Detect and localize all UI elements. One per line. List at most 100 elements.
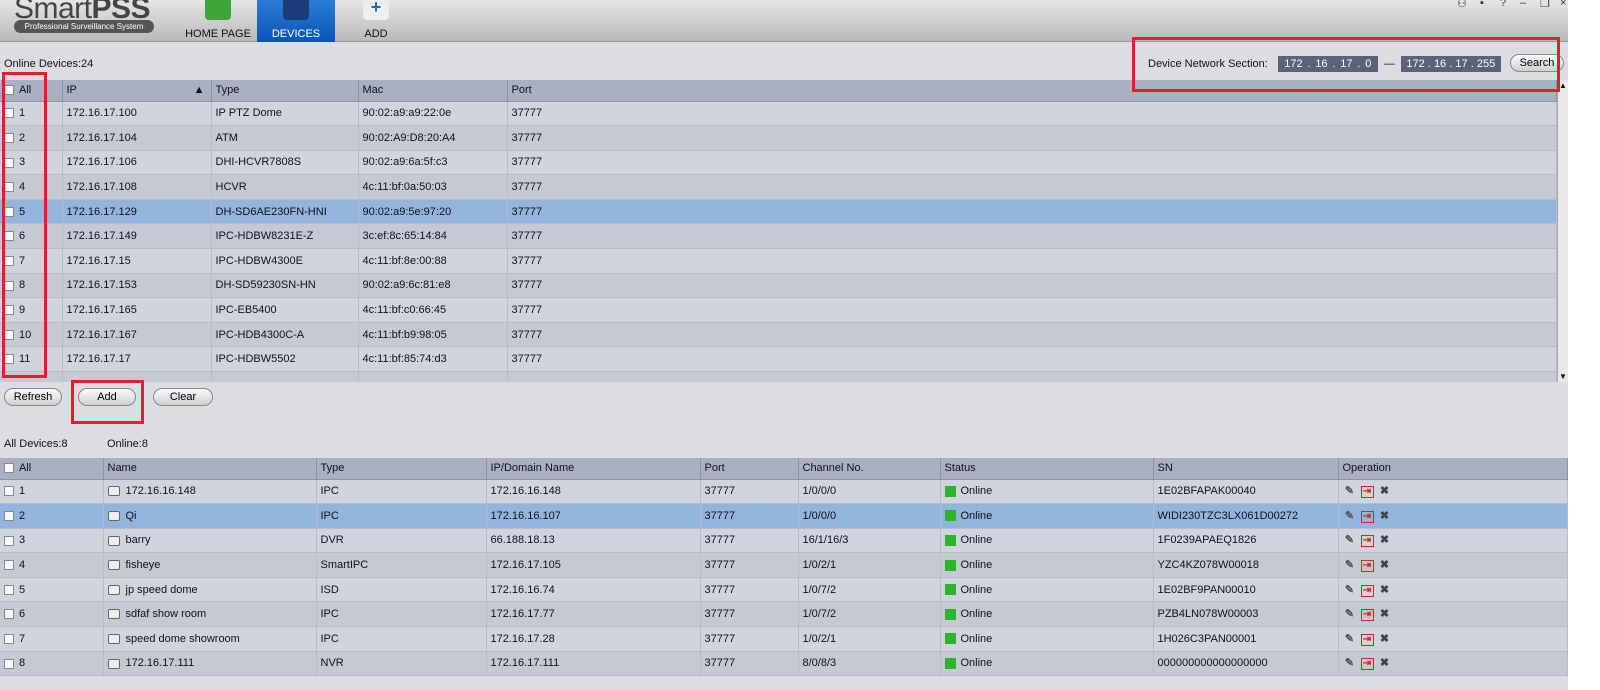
row-checkbox[interactable] <box>4 354 14 365</box>
search-button[interactable]: Search <box>1510 54 1564 72</box>
restore-icon[interactable]: ❐ <box>1540 0 1550 10</box>
header-select-all[interactable]: All <box>0 80 63 102</box>
login-icon[interactable]: ⇥ <box>1360 633 1374 646</box>
login-icon[interactable]: ⇥ <box>1360 486 1374 499</box>
refresh-button[interactable]: Refresh <box>4 388 62 406</box>
header-channel[interactable]: Channel No. <box>798 458 941 480</box>
row-checkbox[interactable] <box>4 280 14 291</box>
login-icon[interactable]: ⇥ <box>1360 584 1374 597</box>
header-port[interactable]: Port <box>507 80 1557 102</box>
table-row[interactable]: 4 172.16.17.108 HCVR 4c:11:bf:0a:50:03 37777 <box>0 174 1557 200</box>
edit-icon[interactable]: ✎ <box>1343 509 1357 522</box>
start-ip-input[interactable]: 172. 16. 17. 0 <box>1277 56 1378 72</box>
edit-icon[interactable]: ✎ <box>1343 607 1357 620</box>
edit-icon[interactable]: ✎ <box>1343 484 1357 497</box>
channel-cell-text: 1/0/0/0 <box>802 509 837 522</box>
row-checkbox[interactable] <box>4 510 14 521</box>
row-checkbox[interactable] <box>4 255 14 266</box>
table-row-partial[interactable] <box>0 371 1557 382</box>
login-icon[interactable]: ⇥ <box>1360 560 1374 573</box>
header-select-all[interactable]: All <box>0 458 104 480</box>
table-row[interactable]: 3 barry DVR 66.188.18.13 37777 16/1/16/3 Onlin… <box>0 528 1568 554</box>
edit-icon[interactable]: ✎ <box>1343 533 1357 546</box>
header-ip-domain[interactable]: IP/Domain Name <box>486 458 701 480</box>
lock-icon[interactable]: ▪ <box>1480 0 1484 9</box>
table-row[interactable]: 5 172.16.17.129 DH-SD6AE230FN-HNI 90:02:a9:… <box>0 199 1557 225</box>
delete-icon[interactable]: ✖ <box>1378 558 1392 571</box>
header-status[interactable]: Status <box>940 458 1154 480</box>
header-type[interactable]: Type <box>211 80 359 102</box>
delete-icon[interactable]: ✖ <box>1378 632 1392 645</box>
login-icon[interactable]: ⇥ <box>1360 510 1374 523</box>
header-type[interactable]: Type <box>316 458 487 480</box>
delete-icon[interactable]: ✖ <box>1378 484 1392 497</box>
row-checkbox[interactable] <box>4 231 14 242</box>
add-button[interactable]: Add <box>78 388 136 406</box>
row-checkbox[interactable] <box>4 633 14 644</box>
login-icon[interactable]: ⇥ <box>1360 535 1374 548</box>
header-port[interactable]: Port <box>700 458 799 480</box>
delete-icon[interactable]: ✖ <box>1378 583 1392 596</box>
table-row[interactable]: 8 172.16.17.111 NVR 172.16.17.111 37777 8/0/8… <box>0 651 1568 677</box>
row-checkbox[interactable] <box>4 329 14 340</box>
login-icon[interactable]: ⇥ <box>1360 609 1374 622</box>
logo-subtitle: Professional Surveillance System <box>14 20 154 33</box>
table-row[interactable]: 2 172.16.17.104 ATM 90:02:A9:D8:20:A4 37777 <box>0 125 1557 151</box>
scroll-down-icon[interactable]: ▼ <box>1559 372 1567 381</box>
row-checkbox[interactable] <box>4 560 14 571</box>
tab-add[interactable]: + ADD <box>337 0 415 42</box>
end-ip-input[interactable]: 172. 16. 17. 255 <box>1400 56 1501 72</box>
table-row[interactable]: 7 speed dome showroom IPC 172.16.17.28 37777… <box>0 626 1568 652</box>
user-icon[interactable]: ⚇ <box>1457 0 1467 10</box>
table-row[interactable]: 7 172.16.17.15 IPC-HDBW4300E 4c:11:bf:8e:00… <box>0 248 1557 274</box>
header-name[interactable]: Name <box>103 458 317 480</box>
row-checkbox[interactable] <box>4 658 14 669</box>
tab-home-page[interactable]: HOME PAGE <box>179 0 257 42</box>
clear-button[interactable]: Clear <box>153 388 213 406</box>
table-row[interactable]: 11 172.16.17.17 IPC-HDBW5502 4c:11:bf:85:74… <box>0 346 1557 373</box>
table-row[interactable]: 8 172.16.17.153 DH-SD59230SN-HN 90:02:a9:6c… <box>0 273 1557 299</box>
close-button[interactable]: × <box>1560 0 1566 9</box>
row-checkbox[interactable] <box>4 584 14 595</box>
table-row[interactable]: 9 172.16.17.165 IPC-EB5400 4c:11:bf:c0:66:4… <box>0 297 1557 323</box>
scroll-up-icon[interactable]: ▲ <box>1559 81 1567 90</box>
delete-icon[interactable]: ✖ <box>1378 656 1392 669</box>
edit-icon[interactable]: ✎ <box>1343 632 1357 645</box>
table-row[interactable]: 6 sdfaf show room IPC 172.16.17.77 37777 1/0/… <box>0 601 1568 628</box>
row-checkbox[interactable] <box>4 609 14 620</box>
checkbox[interactable] <box>4 85 14 96</box>
delete-icon[interactable]: ✖ <box>1378 607 1392 620</box>
scrollbar[interactable]: ▲ ▼ <box>1557 80 1568 382</box>
checkbox[interactable] <box>4 463 14 474</box>
header-ip[interactable]: IP ▲ <box>62 80 212 102</box>
edit-icon[interactable]: ✎ <box>1343 583 1357 596</box>
row-checkbox[interactable] <box>4 108 14 119</box>
tab-devices[interactable]: DEVICES <box>257 0 335 42</box>
table-row[interactable]: 5 jp speed dome ISD 172.16.16.74 37777 1/0/7/… <box>0 577 1568 603</box>
channel-cell-text: 1/0/7/2 <box>802 583 837 596</box>
row-checkbox[interactable] <box>4 305 14 316</box>
delete-icon[interactable]: ✖ <box>1378 509 1392 522</box>
help-button[interactable]: ? <box>1500 0 1506 9</box>
minimize-button[interactable]: – <box>1520 0 1526 9</box>
row-checkbox[interactable] <box>4 486 14 497</box>
table-row[interactable]: 10 172.16.17.167 IPC-HDB4300C-A 4c:11:bf:b9… <box>0 322 1557 348</box>
row-checkbox[interactable] <box>4 206 14 217</box>
type-cell: ATM <box>211 125 359 151</box>
header-mac[interactable]: Mac <box>358 80 508 102</box>
row-checkbox[interactable] <box>4 535 14 546</box>
table-row[interactable]: 6 172.16.17.149 IPC-HDBW8231E-Z 3c:ef:8c:65… <box>0 223 1557 250</box>
login-icon[interactable]: ⇥ <box>1360 658 1374 671</box>
row-checkbox[interactable] <box>4 132 14 143</box>
table-row[interactable]: 1 172.16.16.148 IPC 172.16.16.148 37777 1/0/0… <box>0 479 1568 505</box>
header-sn[interactable]: SN <box>1153 458 1339 480</box>
edit-icon[interactable]: ✎ <box>1343 656 1357 669</box>
delete-icon[interactable]: ✖ <box>1378 533 1392 546</box>
row-checkbox[interactable] <box>4 182 14 193</box>
table-row[interactable]: 3 172.16.17.106 DHI-HCVR7808S 90:02:a9:6a:5… <box>0 150 1557 176</box>
row-checkbox[interactable] <box>4 157 14 168</box>
edit-icon[interactable]: ✎ <box>1343 558 1357 571</box>
table-row[interactable]: 4 fisheye SmartIPC 172.16.17.105 37777 1/0/2/… <box>0 552 1568 578</box>
table-row[interactable]: 2 Qi IPC 172.16.16.107 37777 1/0/0/0 Online WID… <box>0 503 1568 529</box>
table-row[interactable]: 1 172.16.17.100 IP PTZ Dome 90:02:a9:a9:22:… <box>0 101 1557 127</box>
